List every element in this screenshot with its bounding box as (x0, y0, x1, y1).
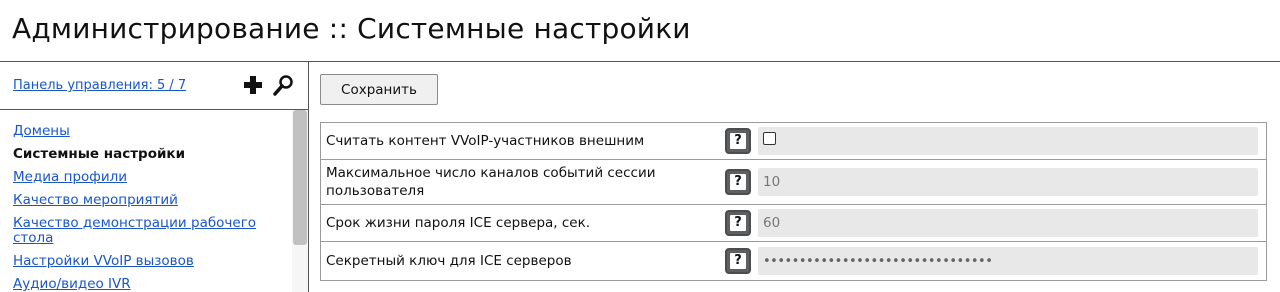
sidebar-item-event-quality[interactable]: Качество мероприятий (13, 193, 278, 208)
sidebar-item-label[interactable]: Домены (13, 123, 70, 139)
help-icon[interactable]: ? (725, 248, 751, 274)
sidebar-item-domains[interactable]: Домены (13, 124, 278, 139)
sidebar-item-desktop-sharing-quality[interactable]: Качество демонстрации рабочего стола (13, 216, 278, 246)
setting-row-max-channels: Максимальное число каналов событий сесси… (321, 160, 1266, 205)
vvoip-content-checkbox[interactable] (763, 132, 776, 145)
sidebar-item-label[interactable]: Качество демонстрации рабочего стола (13, 215, 256, 246)
control-panel-link[interactable]: Панель управления: 5 / 7 (13, 78, 186, 93)
sidebar: Панель управления: 5 / 7 Домены Системны… (0, 62, 309, 292)
save-button[interactable]: Сохранить (320, 74, 438, 105)
help-icon[interactable]: ? (725, 210, 751, 236)
sidebar-item-label[interactable]: Аудио/видео IVR (13, 276, 131, 292)
setting-row-ice-password-lifetime: Срок жизни пароля ICE сервера, сек. ? 60 (321, 205, 1266, 242)
ice-secret-password-field[interactable]: •••••••••••••••••••••••••••••••• (758, 247, 1258, 275)
sidebar-item-system-settings[interactable]: Системные настройки (13, 147, 278, 162)
scrollbar-thumb[interactable] (293, 110, 307, 245)
setting-label: Секретный ключ для ICE серверов (326, 253, 572, 269)
sidebar-item-label[interactable]: Медиа профили (13, 169, 127, 185)
sidebar-divider (0, 109, 308, 110)
sidebar-item-media-profiles[interactable]: Медиа профили (13, 170, 278, 185)
settings-table: Считать контент VVoIP-участников внешним… (320, 122, 1267, 281)
search-icon[interactable] (273, 74, 295, 96)
vvoip-content-field (758, 127, 1258, 155)
sidebar-item-label[interactable]: Качество мероприятий (13, 192, 178, 208)
sidebar-item-vvoip-settings[interactable]: Настройки VVoIP вызовов (13, 254, 278, 269)
ice-password-lifetime-input[interactable]: 60 (758, 209, 1258, 237)
sidebar-item-av-ivr[interactable]: Аудио/видео IVR (13, 277, 278, 292)
setting-row-ice-secret: Секретный ключ для ICE серверов ? ••••••… (321, 242, 1266, 280)
plus-icon[interactable] (242, 74, 264, 96)
setting-label: Срок жизни пароля ICE сервера, сек. (326, 215, 591, 231)
page-title: Администрирование :: Системные настройки (12, 12, 691, 45)
setting-row-vvoip-content: Считать контент VVoIP-участников внешним… (321, 123, 1266, 160)
sidebar-item-label: Системные настройки (13, 146, 186, 162)
setting-label: Считать контент VVoIP-участников внешним (326, 133, 645, 149)
sidebar-nav: Домены Системные настройки Медиа профили… (13, 124, 278, 292)
sidebar-scrollbar[interactable] (292, 110, 308, 292)
setting-label: Максимальное число каналов событий сесси… (326, 165, 656, 199)
help-icon[interactable]: ? (725, 128, 751, 154)
max-channels-input[interactable]: 10 (758, 168, 1258, 196)
sidebar-item-label[interactable]: Настройки VVoIP вызовов (13, 253, 194, 269)
help-icon[interactable]: ? (725, 169, 751, 195)
